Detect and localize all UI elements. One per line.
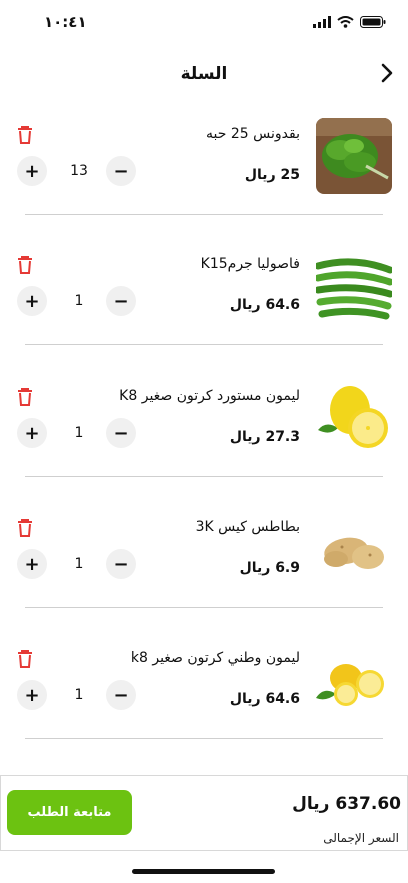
quantity-value: 13 bbox=[70, 163, 88, 179]
cart-item: بطاطس كيس 3K 6.9 ريال + 1 − bbox=[0, 503, 408, 633]
product-name: ليمون مستورد كرتون صغير K8 bbox=[119, 388, 300, 404]
decrease-quantity-button[interactable]: − bbox=[106, 156, 136, 186]
product-price: 64.6 ريال bbox=[229, 691, 300, 707]
minus-icon: − bbox=[113, 422, 129, 444]
product-name: فاصوليا جرمK15 bbox=[200, 256, 300, 272]
product-image bbox=[316, 642, 392, 718]
checkout-button[interactable]: متابعة الطلب bbox=[7, 790, 132, 835]
plus-icon: + bbox=[24, 684, 40, 706]
product-image bbox=[316, 118, 392, 194]
minus-icon: − bbox=[113, 684, 129, 706]
product-image bbox=[316, 511, 392, 587]
delete-button[interactable] bbox=[16, 649, 34, 669]
back-button[interactable] bbox=[372, 58, 402, 88]
plus-icon: + bbox=[24, 422, 40, 444]
cart-item: ليمون وطني كرتون صغير k8 64.6 ريال + 1 − bbox=[0, 634, 408, 764]
product-price: 64.6 ريال bbox=[229, 297, 300, 313]
decrease-quantity-button[interactable]: − bbox=[106, 418, 136, 448]
header: السلة bbox=[0, 50, 408, 98]
total-label: السعر الإجمالى bbox=[323, 831, 399, 845]
quantity-value: 1 bbox=[74, 293, 84, 309]
delete-button[interactable] bbox=[16, 255, 34, 275]
quantity-value: 1 bbox=[74, 556, 84, 572]
trash-icon bbox=[18, 650, 32, 668]
cart-item: بقدونس 25 حبه 25 ريال + 13 − bbox=[0, 110, 408, 240]
status-bar: ١٠:٤١ bbox=[0, 0, 408, 44]
product-name: بقدونس 25 حبه bbox=[206, 126, 300, 142]
signal-icon bbox=[313, 13, 331, 32]
battery-icon bbox=[360, 13, 386, 32]
chevron-right-icon bbox=[381, 63, 393, 83]
trash-icon bbox=[18, 519, 32, 537]
divider bbox=[25, 214, 383, 215]
delete-button[interactable] bbox=[16, 125, 34, 145]
quantity-value: 1 bbox=[74, 425, 84, 441]
cart-item: فاصوليا جرمK15 64.6 ريال + 1 − bbox=[0, 240, 408, 370]
minus-icon: − bbox=[113, 553, 129, 575]
cart-item: ليمون مستورد كرتون صغير K8 27.3 ريال + 1… bbox=[0, 372, 408, 502]
plus-icon: + bbox=[24, 160, 40, 182]
quantity-value: 1 bbox=[74, 687, 84, 703]
increase-quantity-button[interactable]: + bbox=[17, 418, 47, 448]
wifi-icon bbox=[337, 13, 354, 32]
product-price: 27.3 ريال bbox=[229, 429, 300, 445]
product-price: 25 ريال bbox=[244, 167, 300, 183]
trash-icon bbox=[18, 256, 32, 274]
trash-icon bbox=[18, 388, 32, 406]
plus-icon: + bbox=[24, 553, 40, 575]
increase-quantity-button[interactable]: + bbox=[17, 286, 47, 316]
product-image bbox=[316, 380, 392, 456]
product-name: ليمون وطني كرتون صغير k8 bbox=[130, 650, 300, 666]
decrease-quantity-button[interactable]: − bbox=[106, 286, 136, 316]
product-name: بطاطس كيس 3K bbox=[195, 519, 300, 535]
plus-icon: + bbox=[24, 290, 40, 312]
increase-quantity-button[interactable]: + bbox=[17, 549, 47, 579]
status-time: ١٠:٤١ bbox=[44, 13, 87, 31]
home-indicator bbox=[132, 869, 275, 874]
divider bbox=[25, 476, 383, 477]
increase-quantity-button[interactable]: + bbox=[17, 680, 47, 710]
delete-button[interactable] bbox=[16, 387, 34, 407]
product-price: 6.9 ريال bbox=[239, 560, 300, 576]
divider bbox=[25, 607, 383, 608]
status-icons bbox=[313, 13, 386, 32]
page-title: السلة bbox=[180, 64, 228, 84]
product-image bbox=[316, 248, 392, 324]
total-price: 637.60 ريال bbox=[292, 794, 401, 814]
delete-button[interactable] bbox=[16, 518, 34, 538]
decrease-quantity-button[interactable]: − bbox=[106, 549, 136, 579]
decrease-quantity-button[interactable]: − bbox=[106, 680, 136, 710]
minus-icon: − bbox=[113, 160, 129, 182]
minus-icon: − bbox=[113, 290, 129, 312]
divider bbox=[25, 344, 383, 345]
cart-footer: متابعة الطلب 637.60 ريال السعر الإجمالى bbox=[0, 775, 408, 851]
divider bbox=[25, 738, 383, 739]
trash-icon bbox=[18, 126, 32, 144]
increase-quantity-button[interactable]: + bbox=[17, 156, 47, 186]
